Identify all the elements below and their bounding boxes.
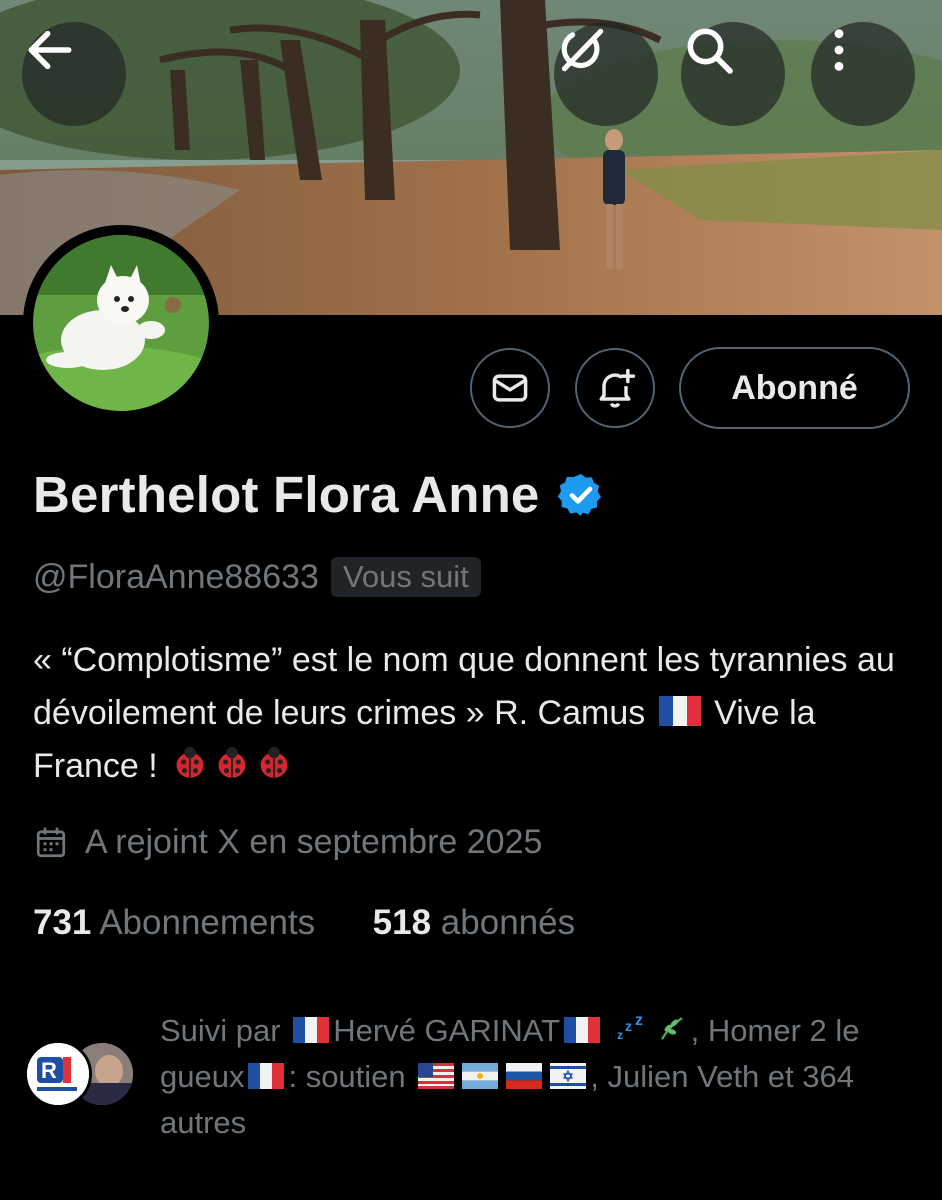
verified-badge-icon[interactable] xyxy=(557,471,605,519)
usa-flag-icon xyxy=(418,1063,455,1089)
followed-by-prefix: Suivi par xyxy=(160,1013,281,1048)
ladybug-icon xyxy=(260,746,288,778)
following-count: 731 xyxy=(33,903,92,942)
france-flag-icon xyxy=(564,1017,601,1043)
russia-flag-icon xyxy=(506,1063,543,1089)
more-options-button[interactable] xyxy=(811,22,915,126)
ladybug-icon xyxy=(176,746,204,778)
svg-text:z: z xyxy=(617,1028,623,1042)
ladybug-icon xyxy=(218,746,246,778)
more-vertical-icon xyxy=(834,29,844,71)
follower-name-1-suffix: , xyxy=(690,1013,700,1048)
follower-name-1: Hervé GARINAT xyxy=(333,1013,561,1048)
france-flag-icon xyxy=(248,1063,285,1089)
follow-counts: 731 Abonnements 518 abonnés xyxy=(33,903,575,943)
france-flag-icon xyxy=(293,1017,330,1043)
reconquete-logo-icon: R xyxy=(27,1043,89,1105)
avatar: R xyxy=(24,1040,92,1108)
display-name: Berthelot Flora Anne xyxy=(33,466,540,523)
following-button-label: Abonné xyxy=(731,368,858,407)
israel-flag-icon xyxy=(550,1063,587,1089)
profile-name: Berthelot Flora Anne xyxy=(33,465,605,524)
followers-count: 518 xyxy=(372,903,432,942)
followed-by-text[interactable]: Suivi par Hervé GARINAT zzz, Homer 2 le … xyxy=(160,1008,920,1146)
svg-text:z: z xyxy=(625,1018,632,1034)
follower-name-2-suffix: : soutien xyxy=(288,1059,406,1094)
argentina-flag-icon xyxy=(462,1063,499,1089)
notifications-button[interactable] xyxy=(575,348,655,428)
followed-by-avatars[interactable]: R xyxy=(24,1040,154,1108)
followers-label: abonnés xyxy=(440,903,576,942)
svg-text:z: z xyxy=(635,1013,643,1029)
back-button[interactable] xyxy=(22,22,126,126)
handle-row: @FloraAnne88633 Vous suit xyxy=(33,557,481,597)
svg-text:R: R xyxy=(41,1058,57,1083)
message-button[interactable] xyxy=(470,348,550,428)
calendar-icon xyxy=(36,826,66,857)
joined-text: A rejoint X en septembre 2025 xyxy=(85,823,543,861)
grok-button[interactable] xyxy=(554,22,658,126)
grok-icon xyxy=(561,28,604,72)
following-label: Abonnements xyxy=(99,903,316,942)
avatar-dog-image xyxy=(33,235,209,411)
herb-icon xyxy=(660,1017,683,1040)
profile-handle: @FloraAnne88633 xyxy=(33,557,319,596)
avatar[interactable] xyxy=(33,235,209,411)
bell-plus-icon xyxy=(599,368,636,408)
zzz-sleep-icon: zz z xyxy=(617,1013,643,1042)
follows-you-badge: Vous suit xyxy=(330,557,481,597)
mail-icon xyxy=(492,374,528,402)
search-button[interactable] xyxy=(681,22,785,126)
joined-date: A rejoint X en septembre 2025 xyxy=(33,823,542,862)
followers-link[interactable]: 518 abonnés xyxy=(373,903,575,942)
france-flag-icon xyxy=(658,696,701,726)
arrow-left-icon xyxy=(28,30,72,70)
following-link[interactable]: 731 Abonnements xyxy=(33,903,325,942)
search-icon xyxy=(687,28,733,74)
profile-avatar-frame[interactable] xyxy=(23,225,219,421)
following-button[interactable]: Abonné xyxy=(679,347,910,429)
profile-bio: « “Complotisme” est le nom que donnent l… xyxy=(33,634,913,793)
